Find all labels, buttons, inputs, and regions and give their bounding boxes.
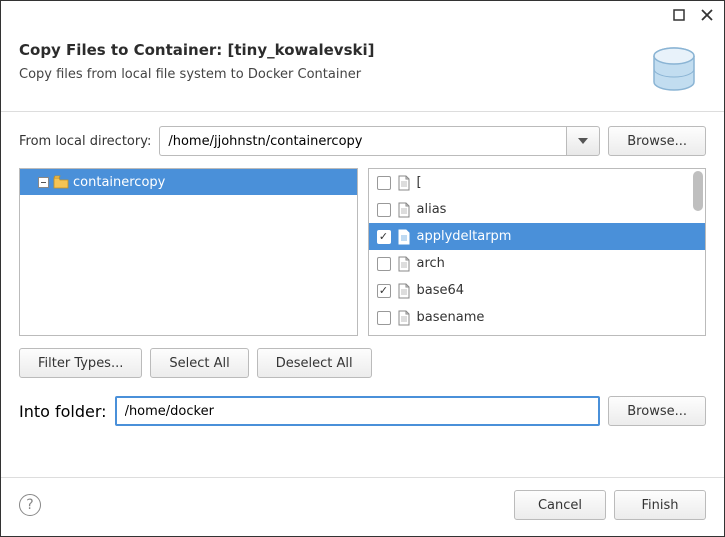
file-list-scrollbar[interactable] [693, 171, 703, 333]
tree-root-label: containercopy [73, 175, 165, 190]
dialog-window: Copy Files to Container: [tiny_kowalevsk… [0, 0, 725, 537]
selection-buttons-row: Filter Types... Select All Deselect All [19, 348, 706, 378]
dialog-title: Copy Files to Container: [tiny_kowalevsk… [19, 41, 636, 59]
into-folder-row: Into folder: Browse... [19, 396, 706, 426]
file-checkbox[interactable] [377, 203, 391, 217]
file-icon [397, 202, 411, 218]
into-folder-input[interactable] [115, 396, 601, 426]
file-icon [397, 310, 411, 326]
file-row[interactable]: arch [369, 250, 706, 277]
file-name: base64 [417, 283, 465, 298]
tree-root-item[interactable]: containercopy [20, 169, 357, 195]
file-name: basename [417, 310, 485, 325]
close-icon[interactable] [700, 8, 714, 22]
file-list-pane[interactable]: [ alias applydeltarpm arch base64 basename [368, 168, 707, 336]
dialog-header: Copy Files to Container: [tiny_kowalevsk… [1, 29, 724, 111]
scrollbar-thumb[interactable] [693, 171, 703, 211]
directory-tree-pane[interactable]: containercopy [19, 168, 358, 336]
file-name: alias [417, 202, 447, 217]
filter-types-button[interactable]: Filter Types... [19, 348, 142, 378]
file-icon [397, 229, 411, 245]
dialog-content: From local directory: Browse... containe… [1, 112, 724, 477]
dialog-footer: ? Cancel Finish [1, 477, 724, 536]
deselect-all-button[interactable]: Deselect All [257, 348, 372, 378]
from-directory-input[interactable] [159, 126, 566, 156]
file-checkbox[interactable] [377, 284, 391, 298]
file-row[interactable]: alias [369, 196, 706, 223]
finish-button[interactable]: Finish [614, 490, 706, 520]
from-directory-label: From local directory: [19, 134, 151, 149]
file-checkbox[interactable] [377, 176, 391, 190]
titlebar [1, 1, 724, 29]
file-chooser-panes: containercopy [ alias applydeltarpm arch bas… [19, 168, 706, 336]
cancel-button[interactable]: Cancel [514, 490, 606, 520]
file-name: [ [417, 175, 422, 190]
maximize-icon[interactable] [672, 8, 686, 22]
select-all-button[interactable]: Select All [150, 348, 248, 378]
file-row[interactable]: basename [369, 304, 706, 331]
database-icon [646, 41, 702, 97]
file-list[interactable]: [ alias applydeltarpm arch base64 basename [369, 169, 706, 335]
from-browse-button[interactable]: Browse... [608, 126, 706, 156]
help-icon[interactable]: ? [19, 494, 41, 516]
file-checkbox[interactable] [377, 311, 391, 325]
collapse-icon[interactable] [38, 177, 49, 188]
into-browse-button[interactable]: Browse... [608, 396, 706, 426]
file-row[interactable]: [ [369, 169, 706, 196]
file-checkbox[interactable] [377, 257, 391, 271]
file-icon [397, 175, 411, 191]
file-row[interactable]: base64 [369, 277, 706, 304]
file-name: arch [417, 256, 445, 271]
file-checkbox[interactable] [377, 230, 391, 244]
folder-open-icon [53, 175, 69, 189]
file-name: applydeltarpm [417, 229, 512, 244]
chevron-down-icon [578, 138, 588, 144]
file-row[interactable]: applydeltarpm [369, 223, 706, 250]
file-icon [397, 256, 411, 272]
from-directory-combo[interactable] [159, 126, 600, 156]
file-icon [397, 283, 411, 299]
into-folder-label: Into folder: [19, 402, 107, 421]
from-directory-row: From local directory: Browse... [19, 126, 706, 156]
dialog-subtitle: Copy files from local file system to Doc… [19, 67, 636, 82]
from-directory-dropdown-button[interactable] [566, 126, 600, 156]
